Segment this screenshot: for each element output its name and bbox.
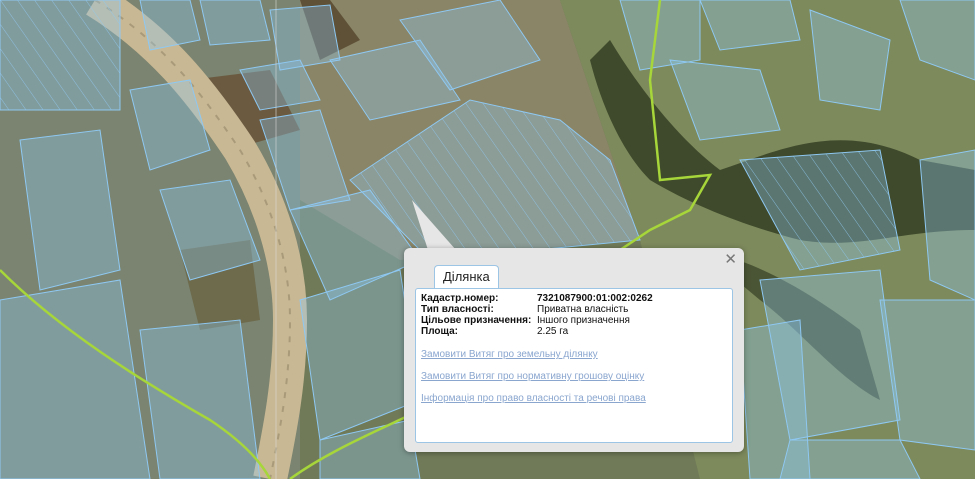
- area-row: Площа: 2.25 га: [421, 326, 653, 337]
- field-value: Іншого призначення: [537, 315, 630, 326]
- field-value: 2.25 га: [537, 326, 569, 337]
- parcel-popup: ✕ Ділянка Кадастр.номер: 7321087900:01:0…: [404, 248, 744, 452]
- order-parcel-extract-link[interactable]: Замовити Витяг про земельну ділянку: [421, 349, 598, 360]
- ownership-info-link[interactable]: Інформація про право власності та речові…: [421, 393, 646, 404]
- field-value: Приватна власність: [537, 304, 629, 315]
- close-icon[interactable]: ✕: [724, 251, 737, 267]
- popup-pointer: [412, 200, 456, 250]
- field-label: Цільове призначення:: [421, 315, 532, 326]
- field-label: Кадастр.номер:: [421, 293, 499, 304]
- field-label: Тип власності:: [421, 304, 494, 315]
- purpose-row: Цільове призначення: Іншого призначення: [421, 315, 653, 326]
- ownership-type-row: Тип власності: Приватна власність: [421, 304, 653, 315]
- field-value: 7321087900:01:002:0262: [537, 293, 653, 304]
- tab-parcel[interactable]: Ділянка: [434, 265, 499, 288]
- parcel-attributes-table: Кадастр.номер: 7321087900:01:002:0262 Ти…: [421, 293, 653, 337]
- field-label: Площа:: [421, 326, 458, 337]
- order-valuation-extract-link[interactable]: Замовити Витяг про нормативну грошову оц…: [421, 371, 644, 382]
- parcel-info-panel: Кадастр.номер: 7321087900:01:002:0262 Ти…: [415, 288, 733, 443]
- cadastral-number-row: Кадастр.номер: 7321087900:01:002:0262: [421, 293, 653, 304]
